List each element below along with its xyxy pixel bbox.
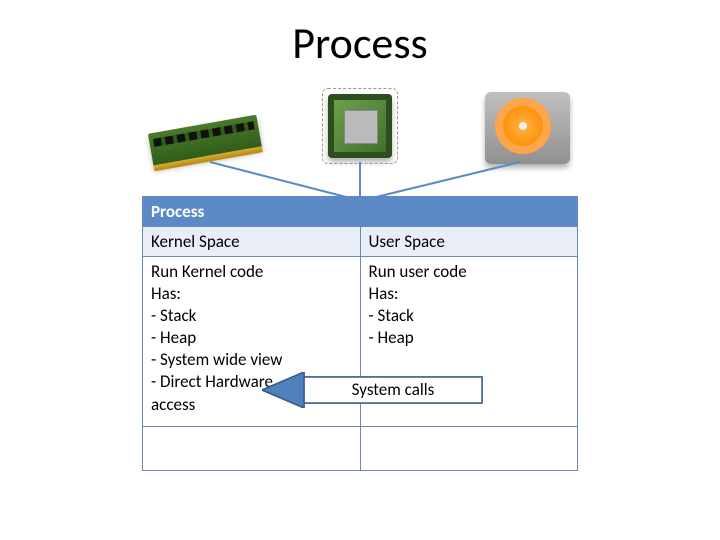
hardware-row [150, 90, 570, 170]
arrow-label: System calls [308, 379, 478, 400]
table-header-row: Process [143, 197, 578, 227]
page-title: Process [0, 16, 720, 70]
cpu-icon [300, 90, 420, 170]
arrow-cell-left [143, 426, 361, 470]
connector-lines [0, 160, 720, 200]
hdd-icon [450, 90, 570, 170]
table-header: Process [143, 197, 578, 227]
col-kernel-space: Kernel Space [143, 227, 361, 257]
table-subheader-row: Kernel Space User Space [143, 227, 578, 257]
col-user-space: User Space [360, 227, 578, 257]
ram-icon [150, 90, 270, 170]
table-arrow-row [143, 426, 578, 470]
process-table: Process Kernel Space User Space Run Kern… [142, 196, 578, 471]
arrow-cell-right [360, 426, 578, 470]
system-calls-arrow: System calls [262, 372, 484, 408]
